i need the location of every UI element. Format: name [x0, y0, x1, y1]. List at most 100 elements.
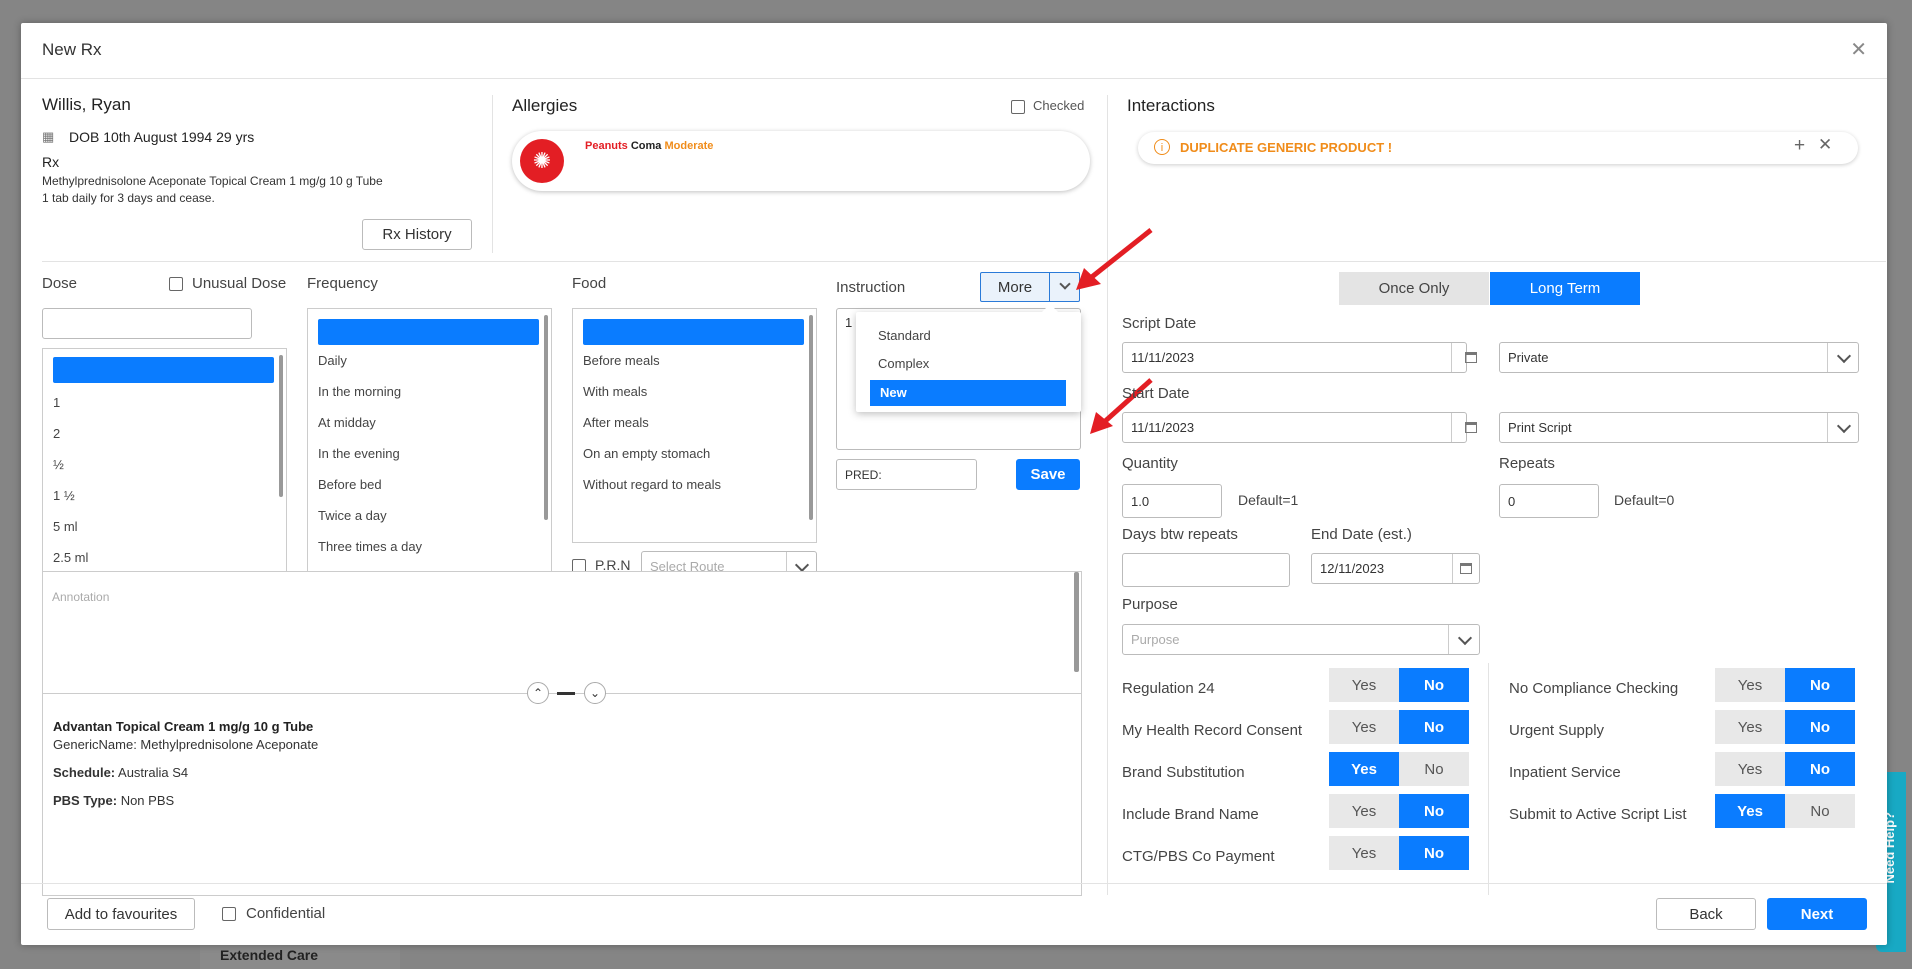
toggle-row-ctg-pbs: CTG/PBS Co Payment Yes No [1122, 836, 1472, 878]
start-date-input[interactable]: 11/11/2023 [1122, 412, 1477, 443]
generic-prefix: GenericName: [53, 737, 141, 752]
list-item[interactable]: At midday [308, 407, 551, 438]
calendar-icon[interactable] [1465, 352, 1477, 363]
list-item[interactable]: Before bed [308, 469, 551, 500]
close-icon[interactable]: ✕ [1850, 37, 1867, 62]
add-to-favourites-button[interactable]: Add to favourites [47, 898, 195, 930]
rx-instruction: 1 tab daily for 3 days and cease. [42, 191, 215, 205]
schedule-label: Schedule: [53, 765, 116, 780]
annotation-scrollbar[interactable] [1074, 572, 1079, 672]
dose-input[interactable] [42, 308, 252, 339]
no-option[interactable]: No [1785, 710, 1855, 744]
no-option[interactable]: No [1399, 752, 1469, 786]
chevron-down-icon [1836, 348, 1852, 364]
allergies-checked-label: Checked [1033, 98, 1085, 113]
list-item[interactable]: Twice a day [308, 500, 551, 531]
list-item[interactable]: ½ [43, 449, 286, 480]
menu-item-complex[interactable]: Complex [868, 352, 1066, 376]
script-date-input[interactable]: 11/11/2023 [1122, 342, 1477, 373]
list-item[interactable]: On an empty stomach [573, 438, 816, 469]
list-item[interactable]: Three times a day [308, 531, 551, 562]
allergy-severity: Moderate [664, 140, 714, 152]
unusual-dose-checkbox[interactable] [169, 277, 183, 291]
list-item[interactable]: Without regard to meals [573, 469, 816, 500]
divider [492, 95, 493, 253]
end-date-input[interactable]: 12/11/2023 [1311, 553, 1480, 584]
pred-input[interactable]: PRED: [836, 459, 977, 490]
list-item[interactable]: Before meals [573, 345, 816, 376]
drag-handle-icon[interactable] [557, 692, 575, 695]
yes-no-toggle: Yes No [1329, 752, 1469, 786]
next-button[interactable]: Next [1767, 898, 1867, 930]
list-item[interactable]: 2 [43, 418, 286, 449]
list-item[interactable]: With meals [573, 376, 816, 407]
no-option[interactable]: No [1785, 668, 1855, 702]
patient-dob: DOB 10th August 1994 29 yrs [69, 129, 255, 145]
list-item[interactable]: 2.5 ml [43, 542, 286, 573]
list-item[interactable]: Daily [308, 345, 551, 376]
expand-down-icon[interactable]: ⌄ [584, 682, 606, 704]
back-button[interactable]: Back [1656, 898, 1756, 930]
list-item[interactable]: 1 [43, 387, 286, 418]
yes-option[interactable]: Yes [1329, 794, 1399, 828]
confidential-label: Confidential [246, 905, 326, 922]
purpose-select[interactable]: Purpose [1122, 624, 1480, 655]
yes-no-toggle: Yes No [1715, 668, 1855, 702]
list-item[interactable]: 5 ml [43, 511, 286, 542]
list-item[interactable]: 1 ½ [43, 480, 286, 511]
expand-icon[interactable]: + [1794, 135, 1805, 157]
frequency-list-selected[interactable] [318, 319, 539, 345]
print-type-select[interactable]: Print Script [1499, 412, 1859, 443]
quantity-input[interactable]: 1.0 [1122, 484, 1222, 518]
calendar-icon[interactable] [1460, 563, 1472, 574]
food-list-selected[interactable] [583, 319, 804, 345]
yes-option[interactable]: Yes [1715, 794, 1785, 828]
frequency-scrollbar[interactable] [544, 315, 548, 520]
no-option[interactable]: No [1399, 710, 1469, 744]
list-item[interactable]: In the evening [308, 438, 551, 469]
chevron-down-icon [1836, 418, 1852, 434]
yes-option[interactable]: Yes [1715, 668, 1785, 702]
toggle-group-left: Regulation 24 Yes No My Health Record Con… [1122, 668, 1472, 878]
collapse-up-icon[interactable]: ⌃ [527, 682, 549, 704]
yes-option[interactable]: Yes [1715, 752, 1785, 786]
toggle-row-urgent-supply: Urgent Supply Yes No [1509, 710, 1869, 752]
script-type-select[interactable]: Private [1499, 342, 1859, 373]
dismiss-icon[interactable]: ✕ [1818, 135, 1832, 155]
toggle-label: CTG/PBS Co Payment [1122, 848, 1275, 865]
dose-list-selected[interactable] [53, 357, 274, 383]
allergies-checked-checkbox[interactable] [1011, 100, 1025, 114]
more-button-label[interactable]: More [981, 273, 1049, 301]
yes-option[interactable]: Yes [1329, 710, 1399, 744]
save-button[interactable]: Save [1016, 459, 1080, 490]
once-only-tab[interactable]: Once Only [1339, 272, 1489, 305]
rx-label: Rx [42, 154, 60, 170]
confidential-checkbox[interactable] [222, 907, 236, 921]
no-option[interactable]: No [1785, 794, 1855, 828]
new-rx-modal: New Rx ✕ Willis, Ryan ▦ DOB 10th August … [21, 23, 1887, 945]
dose-scrollbar[interactable] [279, 355, 283, 497]
yes-option[interactable]: Yes [1329, 668, 1399, 702]
yes-option[interactable]: Yes [1715, 710, 1785, 744]
no-option[interactable]: No [1399, 836, 1469, 870]
days-between-repeats-input[interactable] [1122, 553, 1290, 587]
no-option[interactable]: No [1785, 752, 1855, 786]
list-item[interactable]: After meals [573, 407, 816, 438]
allergy-reaction: Coma [630, 140, 662, 152]
modal-footer: Add to favourites Confidential Back Next [21, 883, 1887, 946]
list-item[interactable]: In the morning [308, 376, 551, 407]
yes-option[interactable]: Yes [1329, 836, 1399, 870]
end-date-value: 12/11/2023 [1320, 561, 1385, 576]
menu-item-standard[interactable]: Standard [868, 324, 1066, 348]
repeats-input[interactable]: 0 [1499, 484, 1599, 518]
no-option[interactable]: No [1399, 794, 1469, 828]
long-term-tab[interactable]: Long Term [1490, 272, 1640, 305]
annotation-placeholder[interactable]: Annotation [52, 590, 109, 604]
food-scrollbar[interactable] [809, 315, 813, 520]
calendar-icon[interactable] [1465, 422, 1477, 433]
menu-item-new[interactable]: New [870, 380, 1066, 406]
rx-history-button[interactable]: Rx History [362, 219, 472, 250]
yes-no-toggle: Yes No [1715, 710, 1855, 744]
no-option[interactable]: No [1399, 668, 1469, 702]
yes-option[interactable]: Yes [1329, 752, 1399, 786]
